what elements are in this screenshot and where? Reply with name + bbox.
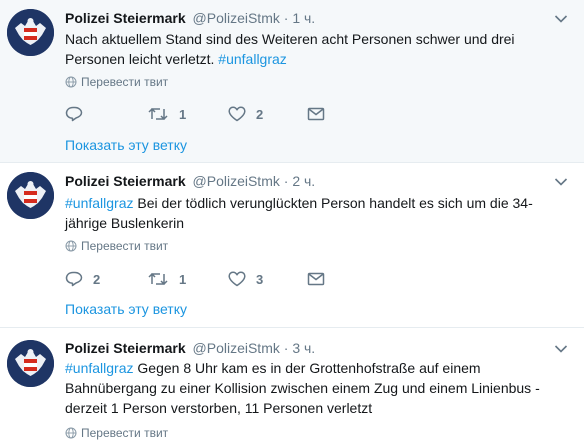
author-handle[interactable]: @PolizeiStmk: [193, 10, 280, 26]
reply-icon: [65, 106, 83, 122]
translate-label: Перевести твит: [81, 239, 169, 253]
like-count: 2: [256, 106, 264, 122]
chevron-down-icon[interactable]: [554, 14, 568, 24]
retweet-count: 1: [179, 106, 187, 122]
tweet-text-body: Gegen 8 Uhr kam es in der Grottenhofstra…: [65, 360, 540, 416]
tweet-text: #unfallgraz Gegen 8 Uhr kam es in der Gr…: [65, 358, 565, 418]
tweet-actions: 2 1 3: [65, 269, 365, 289]
translate-tweet-link[interactable]: Перевести твит: [65, 425, 168, 441]
retweet-icon: [148, 107, 168, 121]
tweet-text: Nach aktuellem Stand sind des Weiteren a…: [65, 29, 565, 69]
timestamp[interactable]: 1 ч.: [292, 10, 315, 26]
retweet-button[interactable]: 1: [147, 104, 186, 124]
tweet[interactable]: Polizei Steiermark @PolizeiStmk · 1 ч. N…: [0, 0, 584, 163]
translate-tweet-link[interactable]: Перевести твит: [65, 74, 168, 90]
austrian-eagle-emblem-icon: [7, 9, 54, 56]
direct-message-button[interactable]: [307, 104, 325, 124]
tweet-actions: 1 2: [65, 104, 365, 124]
retweet-icon: [148, 272, 168, 286]
tweet-header: Polizei Steiermark @PolizeiStmk · 1 ч.: [65, 9, 315, 27]
separator-dot: ·: [283, 10, 289, 26]
hashtag-link[interactable]: #unfallgraz: [218, 51, 287, 67]
separator-dot: ·: [283, 340, 289, 356]
separator-dot: ·: [283, 173, 289, 189]
direct-message-button[interactable]: [307, 269, 325, 289]
like-button[interactable]: 2: [228, 104, 263, 124]
tweet-header: Polizei Steiermark @PolizeiStmk · 2 ч.: [65, 172, 315, 190]
author-handle[interactable]: @PolizeiStmk: [193, 173, 280, 189]
like-button[interactable]: 3: [228, 269, 263, 289]
tweet[interactable]: Polizei Steiermark @PolizeiStmk · 2 ч. #…: [0, 163, 584, 328]
show-thread-link[interactable]: Показать эту ветку: [65, 300, 187, 318]
author-name[interactable]: Polizei Steiermark: [65, 10, 186, 26]
reply-button[interactable]: [65, 104, 93, 124]
heart-icon: [228, 106, 246, 122]
reply-icon: [65, 271, 83, 287]
like-count: 3: [256, 271, 264, 287]
chevron-down-icon[interactable]: [554, 177, 568, 187]
tweet-header: Polizei Steiermark @PolizeiStmk · 3 ч.: [65, 339, 315, 357]
avatar[interactable]: [7, 340, 54, 387]
globe-icon: [65, 240, 77, 252]
reply-button[interactable]: 2: [65, 269, 100, 289]
timeline: Polizei Steiermark @PolizeiStmk · 1 ч. N…: [0, 0, 584, 443]
avatar[interactable]: [7, 172, 54, 219]
tweet-text-body: Bei der tödlich verunglückten Person han…: [65, 195, 533, 231]
timestamp[interactable]: 3 ч.: [292, 340, 315, 356]
show-thread-link[interactable]: Показать эту ветку: [65, 136, 187, 154]
avatar[interactable]: [7, 9, 54, 56]
translate-label: Перевести твит: [81, 75, 169, 89]
tweet-text: #unfallgraz Bei der tödlich verunglückte…: [65, 193, 565, 233]
austrian-eagle-emblem-icon: [7, 340, 54, 387]
reply-count: 2: [93, 271, 101, 287]
translate-tweet-link[interactable]: Перевести твит: [65, 238, 168, 254]
retweet-count: 1: [179, 271, 187, 287]
timestamp[interactable]: 2 ч.: [292, 173, 315, 189]
tweet[interactable]: Polizei Steiermark @PolizeiStmk · 3 ч. #…: [0, 328, 584, 443]
hashtag-link[interactable]: #unfallgraz: [65, 360, 134, 376]
author-name[interactable]: Polizei Steiermark: [65, 173, 186, 189]
tweet-text-body: Nach aktuellem Stand sind des Weiteren a…: [65, 31, 515, 67]
chevron-down-icon[interactable]: [554, 344, 568, 354]
globe-icon: [65, 427, 77, 439]
author-handle[interactable]: @PolizeiStmk: [193, 340, 280, 356]
translate-label: Перевести твит: [81, 426, 169, 440]
retweet-button[interactable]: 1: [147, 269, 186, 289]
globe-icon: [65, 76, 77, 88]
heart-icon: [228, 271, 246, 287]
hashtag-link[interactable]: #unfallgraz: [65, 195, 134, 211]
envelope-icon: [307, 272, 325, 286]
envelope-icon: [307, 107, 325, 121]
austrian-eagle-emblem-icon: [7, 172, 54, 219]
author-name[interactable]: Polizei Steiermark: [65, 340, 186, 356]
